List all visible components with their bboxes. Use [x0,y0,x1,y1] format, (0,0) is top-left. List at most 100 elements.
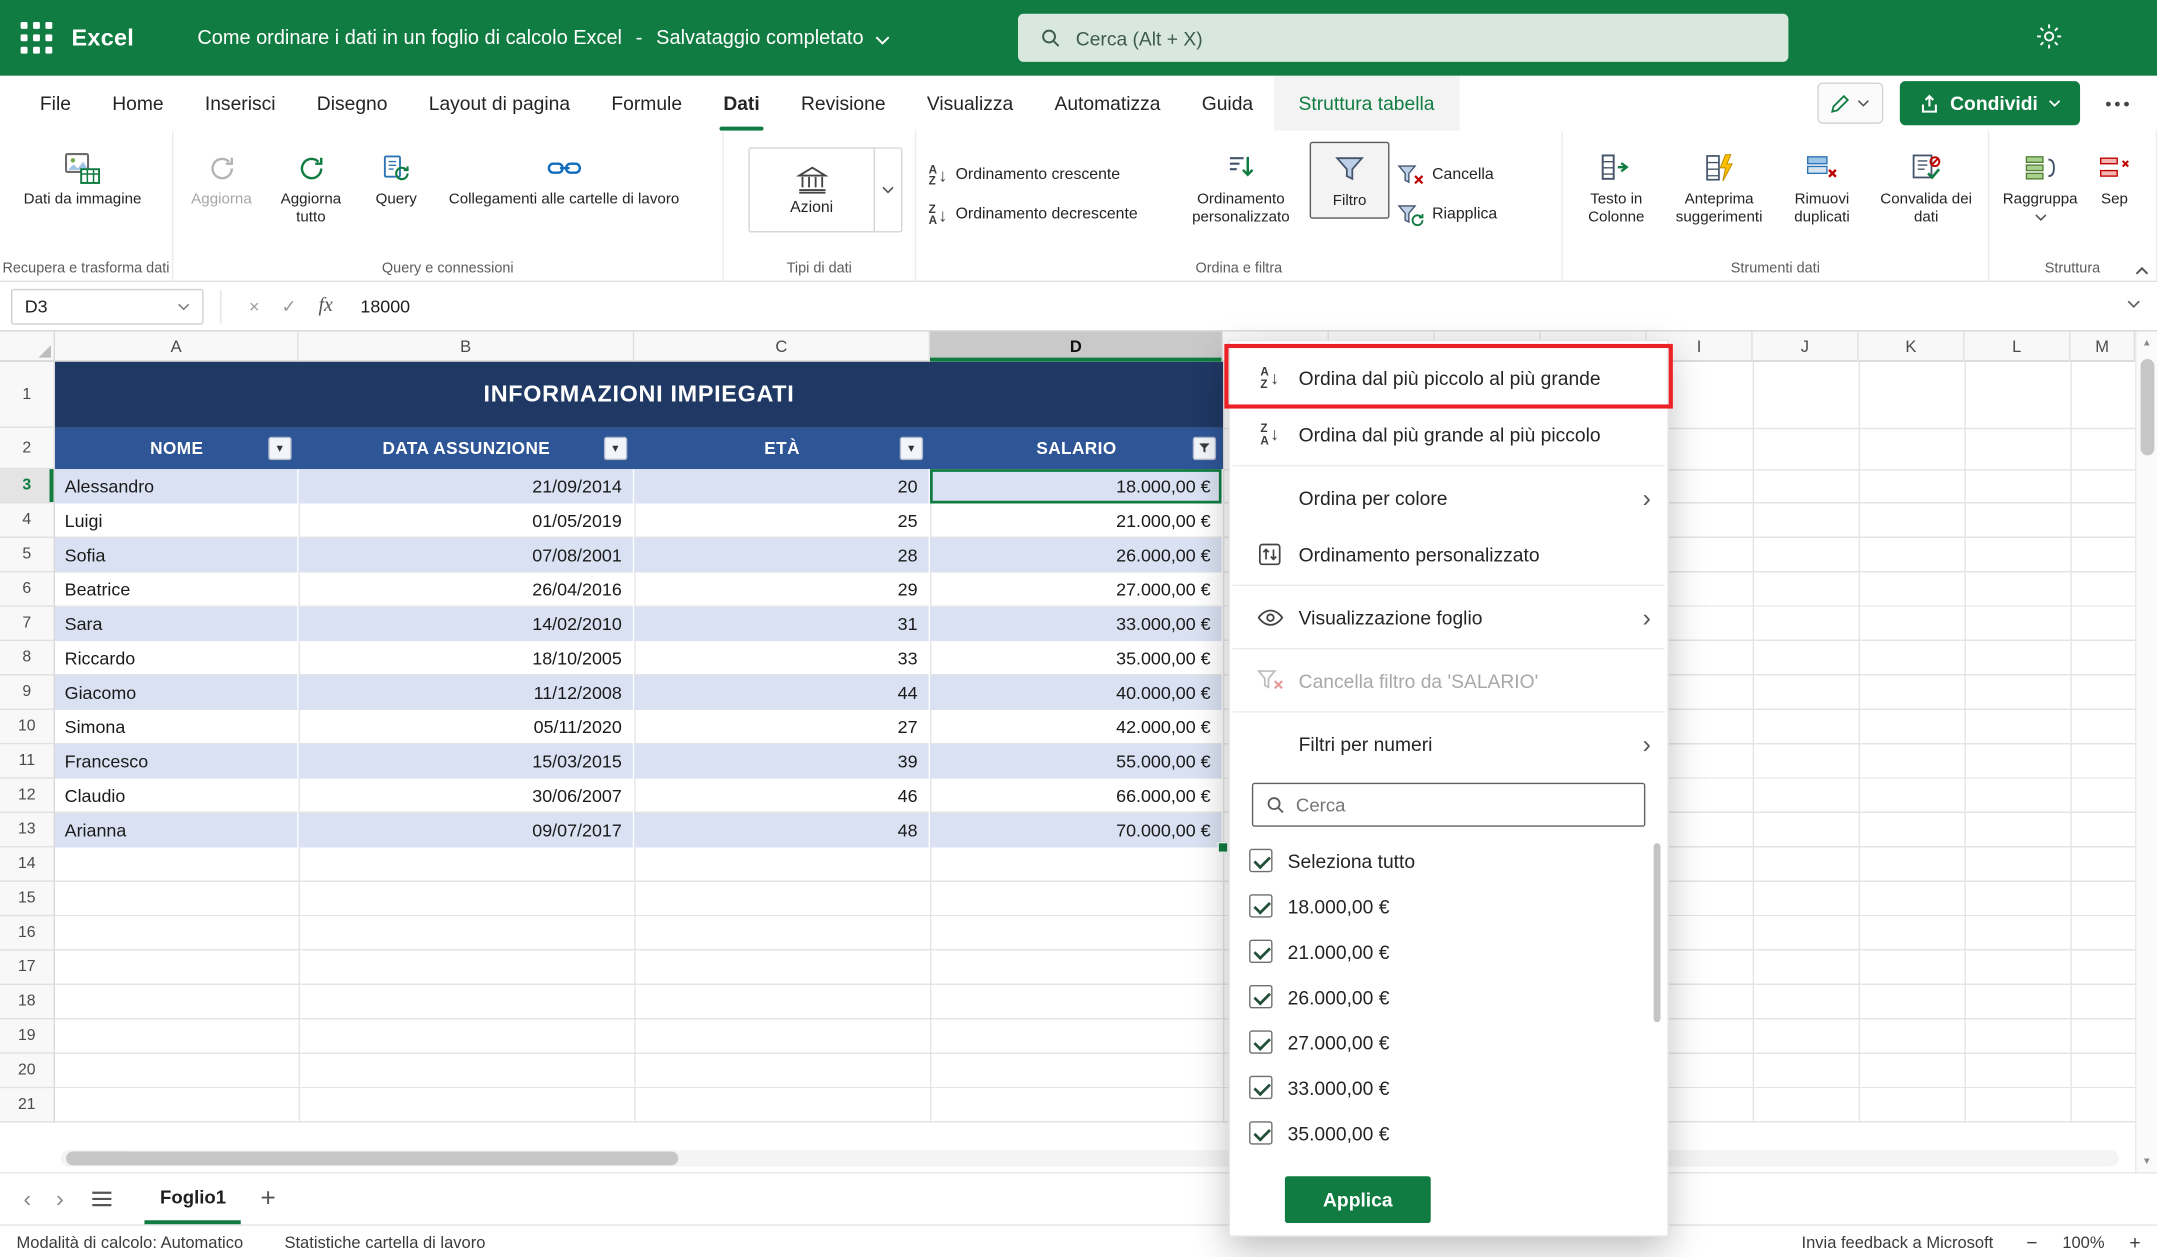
ordinamento-personalizzato-button[interactable]: Ordinamento personalizzato [1172,142,1310,235]
cell-salario[interactable]: 35.000,00 € [930,641,1223,675]
cell-nome[interactable]: Alessandro [55,469,298,503]
chevron-down-icon[interactable] [875,35,890,45]
titlebar-search-box[interactable] [1018,14,1788,62]
cell-data-assunzione[interactable]: 18/10/2005 [299,641,635,675]
select-all-corner[interactable] [0,332,55,362]
filter-search-input[interactable] [1296,794,1626,815]
cell-eta[interactable]: 20 [634,469,930,503]
filter-value-checkbox[interactable]: 27.000,00 € [1230,1019,1667,1064]
row-header[interactable]: 21 [0,1088,54,1122]
ribbon-tab[interactable]: Guida [1181,76,1274,131]
row-header[interactable]: 3 [0,469,54,503]
cell-data-assunzione[interactable]: 21/09/2014 [299,469,635,503]
cell-eta[interactable]: 31 [634,607,930,641]
menu-item-number-filters[interactable]: Filtri per numeri › [1230,715,1667,771]
column-header[interactable]: C [634,332,930,362]
expand-formula-bar-icon[interactable] [2127,300,2141,308]
cell-eta[interactable]: 27 [634,710,930,744]
cell-salario[interactable]: 27.000,00 € [930,572,1223,606]
confirm-entry-icon[interactable]: ✓ [270,295,307,317]
ribbon-tab[interactable]: Layout di pagina [408,76,591,131]
row-header[interactable]: 15 [0,882,54,916]
apply-button[interactable]: Applica [1285,1176,1431,1223]
cell-data-assunzione[interactable]: 09/07/2017 [299,813,635,847]
ribbon-tab[interactable]: Disegno [296,76,408,131]
filter-dropdown-button-data[interactable]: ▾ [604,437,627,460]
ribbon-tab[interactable]: File [19,76,91,131]
testo-in-colonne-button[interactable]: Testo in Colonne [1568,142,1664,235]
cell-salario[interactable]: 42.000,00 € [930,710,1223,744]
scroll-up-icon[interactable]: ▲ [2142,332,2152,354]
column-header[interactable]: K [1859,332,1965,362]
aggiorna-button[interactable]: Aggiorna [179,142,264,217]
filter-dropdown-button-eta[interactable]: ▾ [900,437,923,460]
menu-item-custom-sort[interactable]: Ordinamento personalizzato [1230,526,1667,582]
vertical-scrollbar[interactable]: ▲ ▼ [2135,332,2157,1173]
filter-value-checkbox[interactable]: 26.000,00 € [1230,974,1667,1019]
cell-eta[interactable]: 48 [634,813,930,847]
filter-dropdown-button-nome[interactable]: ▾ [268,437,291,460]
aggiorna-tutto-button[interactable]: Aggiorna tutto [264,142,358,235]
settings-gear-icon[interactable] [2035,22,2064,51]
zoom-in-button[interactable]: + [2129,1231,2140,1253]
header-cell-salario[interactable]: SALARIO [930,428,1223,469]
collegamenti-button[interactable]: Collegamenti alle cartelle di lavoro [435,142,694,217]
azioni-dropdown-button[interactable] [875,147,903,232]
cell-eta[interactable]: 29 [634,572,930,606]
cell-grid[interactable]: INFORMAZIONI IMPIEGATI NOME ▾ DATA ASSUN… [55,362,2135,1123]
cell-salario[interactable]: 33.000,00 € [930,607,1223,641]
scroll-down-icon[interactable]: ▼ [2142,1150,2152,1172]
rimuovi-duplicati-button[interactable]: Rimuovi duplicati [1774,142,1870,235]
insert-function-icon[interactable]: fx [307,294,343,317]
header-cell-data-assunzione[interactable]: DATA ASSUNZIONE ▾ [299,428,635,469]
next-sheet-icon[interactable]: › [44,1185,77,1213]
workbook-stats-status[interactable]: Statistiche cartella di lavoro [284,1232,485,1251]
row-header[interactable]: 12 [0,779,54,813]
raggruppa-button[interactable]: Raggruppa [1995,142,2086,229]
column-header[interactable]: D [930,332,1223,362]
cell-data-assunzione[interactable]: 07/08/2001 [299,538,635,572]
filter-value-checkbox[interactable]: Seleziona tutto [1230,838,1667,883]
row-header[interactable]: 10 [0,710,54,744]
row-header[interactable]: 14 [0,847,54,881]
row-header[interactable]: 7 [0,607,54,641]
header-cell-nome[interactable]: NOME ▾ [55,428,298,469]
filter-value-checkbox[interactable]: 35.000,00 € [1230,1110,1667,1155]
row-header[interactable]: 20 [0,1054,54,1088]
cell-eta[interactable]: 39 [634,744,930,778]
ribbon-tab[interactable]: Formule [591,76,703,131]
horizontal-scrollbar[interactable] [61,1150,2119,1167]
sheet-tab-foglio1[interactable]: Foglio1 [145,1173,241,1224]
cell-eta[interactable]: 46 [634,779,930,813]
cell-data-assunzione[interactable]: 14/02/2010 [299,607,635,641]
separa-button[interactable]: Sep [2086,142,2144,217]
cell-salario[interactable]: 70.000,00 € [930,813,1223,847]
pen-mode-button[interactable] [1817,83,1883,124]
row-header[interactable]: 16 [0,916,54,950]
collapse-ribbon-icon[interactable] [2135,267,2149,275]
cancella-button[interactable]: Cancella [1389,158,1527,191]
calc-mode-status[interactable]: Modalità di calcolo: Automatico [17,1232,244,1251]
column-header[interactable]: B [299,332,635,362]
cell-nome[interactable]: Riccardo [55,641,298,675]
cell-nome[interactable]: Sara [55,607,298,641]
cancel-entry-icon[interactable]: × [238,296,270,317]
cell-eta[interactable]: 28 [634,538,930,572]
riapplica-button[interactable]: Riapplica [1389,198,1527,231]
cell-nome[interactable]: Giacomo [55,675,298,709]
app-launcher-icon[interactable] [0,0,72,76]
cell-data-assunzione[interactable]: 01/05/2019 [299,504,635,538]
tab-struttura-tabella[interactable]: Struttura tabella [1274,76,1460,131]
cell-salario[interactable]: 55.000,00 € [930,744,1223,778]
row-header[interactable]: 1 [0,362,54,428]
ordinamento-decrescente-button[interactable]: AZ ↓ Ordinamento decrescente [922,198,1172,231]
dati-da-immagine-button[interactable]: Dati da immagine [6,142,160,217]
zoom-out-button[interactable]: − [2026,1231,2037,1253]
cell-nome[interactable]: Sofia [55,538,298,572]
filter-value-checkbox[interactable]: 21.000,00 € [1230,929,1667,974]
cell-salario[interactable]: 21.000,00 € [930,504,1223,538]
zoom-level[interactable]: 100% [2062,1232,2104,1251]
cell-salario[interactable]: 26.000,00 € [930,538,1223,572]
row-header[interactable]: 17 [0,951,54,985]
document-title[interactable]: Come ordinare i dati in un foglio di cal… [197,27,889,49]
